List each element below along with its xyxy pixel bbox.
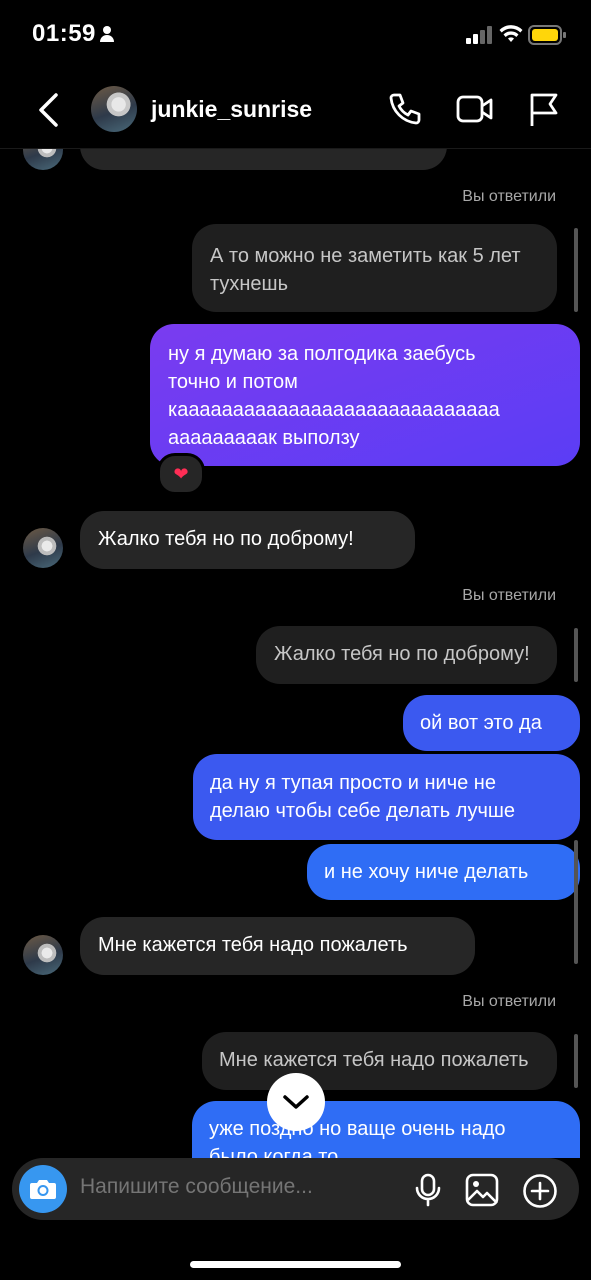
video-call-icon[interactable]: [456, 92, 494, 126]
outgoing-message[interactable]: и не хочу ниче делать: [307, 844, 580, 900]
battery-icon: [528, 25, 566, 45]
replied-label: Вы ответили: [462, 993, 556, 1010]
replied-label: Вы ответили: [462, 587, 556, 604]
phone-icon[interactable]: [386, 92, 422, 128]
status-time: 01:59: [32, 20, 96, 47]
add-circle-icon[interactable]: [522, 1173, 558, 1209]
message-input[interactable]: [80, 1175, 370, 1199]
microphone-icon[interactable]: [414, 1173, 442, 1207]
gallery-icon[interactable]: [465, 1173, 499, 1207]
camera-button[interactable]: [19, 1165, 67, 1213]
chevron-down-icon: [283, 1095, 309, 1109]
home-indicator: [190, 1261, 401, 1268]
replied-label: Вы ответили: [462, 188, 556, 205]
outgoing-message[interactable]: ой вот это да: [403, 695, 580, 751]
reply-quote[interactable]: А то можно не заметить как 5 лет тухнешь: [192, 224, 557, 312]
reply-indicator: [574, 228, 578, 312]
scroll-indicator: [574, 840, 578, 964]
contact-username[interactable]: junkie_sunrise: [151, 96, 312, 123]
contact-avatar-small: [23, 935, 63, 975]
reply-indicator: [574, 628, 578, 682]
incoming-message[interactable]: Жалко тебя но по доброму!: [80, 511, 415, 569]
reply-indicator: [574, 1034, 578, 1088]
flag-icon[interactable]: [528, 92, 560, 128]
reply-quote[interactable]: Мне кажется тебя надо пожалеть: [202, 1032, 557, 1090]
contact-avatar-small: [23, 528, 63, 568]
contact-avatar[interactable]: [91, 86, 137, 132]
chat-thread[interactable]: Вы ответили А то можно не заметить как 5…: [0, 148, 591, 1158]
outgoing-message[interactable]: уже поздно но ваще очень надо было когда…: [192, 1101, 580, 1158]
contact-avatar-small: [23, 148, 63, 170]
heart-reaction-icon[interactable]: ❤: [157, 453, 205, 495]
chat-header: junkie_sunrise: [0, 72, 591, 149]
outgoing-message[interactable]: да ну я тупая просто и ниче не делаю что…: [193, 754, 580, 840]
outgoing-message[interactable]: ну я думаю за полгодика заебусь точно и …: [150, 324, 580, 466]
status-bar: 01:59: [0, 0, 591, 70]
back-arrow-icon[interactable]: [34, 92, 62, 128]
incoming-message[interactable]: Мне кажется тебя надо пожалеть: [80, 917, 475, 975]
signal-icon: [466, 26, 492, 44]
incoming-message[interactable]: [80, 148, 447, 170]
camera-icon: [30, 1180, 56, 1199]
person-icon: [100, 26, 114, 42]
reply-quote[interactable]: Жалко тебя но по доброму!: [256, 626, 557, 684]
message-composer: [12, 1158, 579, 1220]
wifi-icon: [499, 25, 523, 42]
scroll-down-button[interactable]: [267, 1073, 325, 1131]
